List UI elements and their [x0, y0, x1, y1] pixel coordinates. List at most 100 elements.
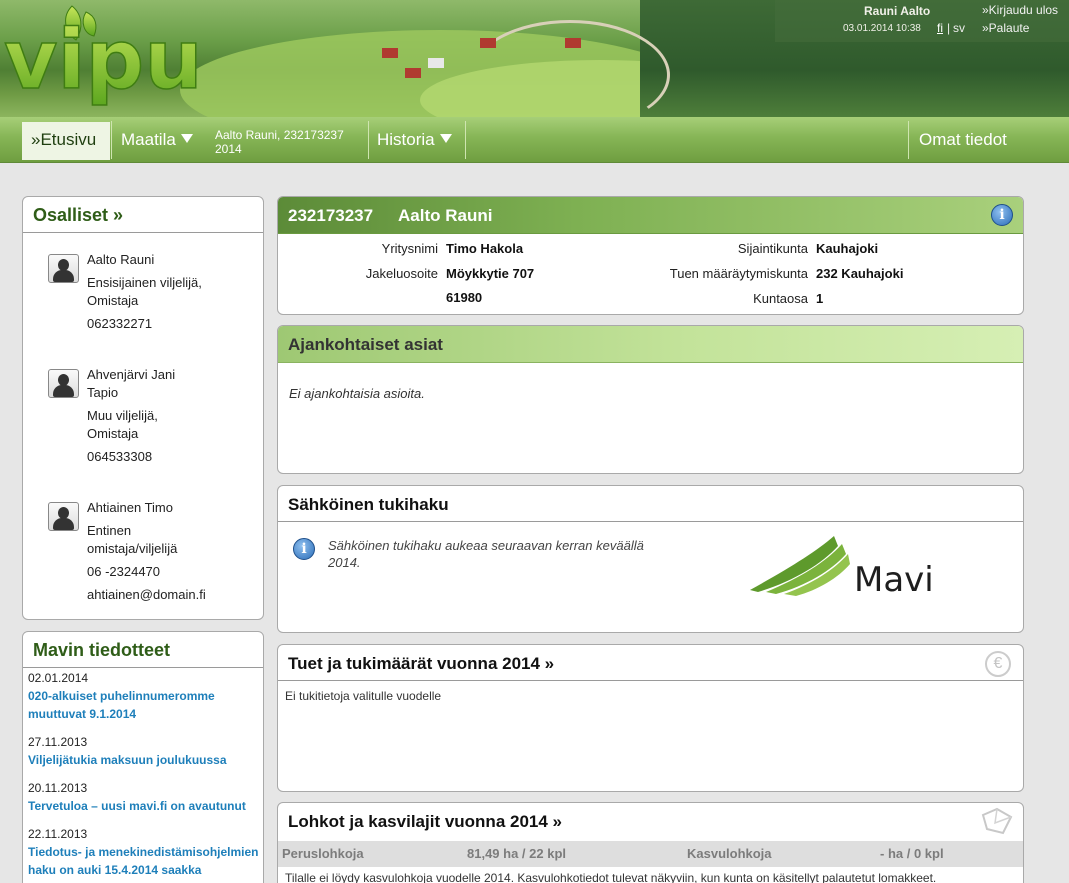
bulletins-title: Mavin tiedotteet: [33, 640, 171, 660]
person-role: Omistaja: [87, 426, 139, 441]
base-parcels-label: Peruslohkoja: [282, 846, 364, 861]
banner-house: [428, 58, 444, 68]
euro-icon: €: [985, 651, 1011, 677]
nav-divider: [908, 121, 909, 159]
parcels-title[interactable]: Lohkot ja kasvilajit vuonna 2014 »: [288, 812, 562, 832]
bulletin-link[interactable]: haku on auki 15.4.2014 saakka: [28, 863, 201, 877]
nav-home[interactable]: »Etusivu: [22, 122, 110, 160]
municipality-label: Sijaintikunta: [737, 241, 808, 256]
supports-panel: Tuet ja tukimäärät vuonna 2014 » € Ei tu…: [277, 644, 1024, 792]
mavi-logo[interactable]: Mavi: [746, 530, 946, 600]
nav-history-menu[interactable]: Historia: [377, 130, 452, 150]
logout-link[interactable]: »Kirjaudu ulos: [982, 3, 1058, 17]
application-header: Sähköinen tukihaku: [278, 486, 1023, 522]
supports-header: Tuet ja tukimäärät vuonna 2014 » €: [278, 645, 1023, 681]
bulletin-link[interactable]: 020-alkuiset puhelinnumeromme: [28, 689, 215, 703]
vipu-logo[interactable]: vipu: [4, 2, 204, 117]
bulletin-date: 02.01.2014: [28, 671, 89, 685]
postcode-value: 61980: [446, 290, 483, 305]
growth-parcels-label: Kasvulohkoja: [687, 846, 772, 861]
farm-header: 232173237 Aalto Rauni i: [278, 197, 1023, 234]
district-label: Kuntaosa: [753, 291, 808, 306]
person-name: Ahtiainen Timo: [87, 500, 173, 515]
bulletin-link[interactable]: Viljelijätukia maksuun joulukuussa: [28, 753, 227, 767]
supports-title[interactable]: Tuet ja tukimäärät vuonna 2014 »: [288, 654, 554, 674]
user-name: Rauni Aalto: [864, 4, 931, 18]
nav-divider: [111, 121, 112, 159]
person-role: Ensisijainen viljelijä,: [87, 275, 202, 290]
support-municipality-value: 232 Kauhajoki: [816, 266, 904, 281]
person-name: Ahvenjärvi Jani: [87, 367, 176, 382]
person-role: Muu viljelijä,: [87, 408, 158, 423]
application-text: 2014.: [328, 555, 361, 570]
logo-text: vipu: [4, 13, 203, 108]
bulletin-link[interactable]: Tervetuloa – uusi mavi.fi on avautunut: [28, 799, 246, 813]
person-icon: [48, 502, 79, 531]
person-role: omistaja/viljelijä: [87, 541, 178, 556]
district-value: 1: [816, 291, 824, 306]
participants-title[interactable]: Osalliset »: [33, 205, 123, 226]
news-header: Ajankohtaiset asiat: [278, 326, 1023, 363]
nav-divider: [465, 121, 466, 159]
bulletin-date: 20.11.2013: [28, 781, 88, 795]
lang-sv-link[interactable]: sv: [953, 21, 965, 35]
application-title: Sähköinen tukihaku: [288, 495, 449, 514]
mavi-logo-text: Mavi: [854, 560, 934, 600]
support-municipality-label: Tuen määräytymiskunta: [669, 266, 808, 281]
farm-id: 232173237: [288, 206, 374, 225]
application-text: Sähköinen tukihaku aukeaa seuraavan kerr…: [328, 538, 644, 553]
participants-panel: Osalliset » Aalto Rauni Ensisijainen vil…: [22, 196, 264, 620]
base-parcels-value: 81,49 ha / 22 kpl: [467, 846, 567, 861]
person-phone: 064533308: [87, 449, 153, 464]
banner-house: [405, 68, 421, 78]
bulletins-header: Mavin tiedotteet: [23, 632, 263, 668]
address-value: Möykkytie 707: [446, 266, 535, 281]
chevron-down-icon: [180, 134, 193, 143]
nav-farm-info: Aalto Rauni, 232173237: [215, 128, 344, 142]
banner-house: [565, 38, 581, 48]
person-name: Tapio: [87, 385, 119, 400]
address-label: Jakeluosoite: [365, 266, 438, 281]
person-icon: [48, 254, 79, 283]
lang-fi-link[interactable]: fi: [937, 21, 943, 35]
nav-farm-year: 2014: [215, 142, 242, 156]
banner-house: [480, 38, 496, 48]
participants-header: Osalliset »: [23, 197, 263, 233]
lang-separator: |: [947, 21, 951, 35]
person-phone: 06 -2324470: [87, 564, 161, 579]
nav-history-label: Historia: [377, 130, 435, 149]
company-value: Timo Hakola: [446, 241, 524, 256]
person-name: Aalto Rauni: [87, 252, 155, 267]
farm-info-panel: 232173237 Aalto Rauni i Yritysnimi Timo …: [277, 196, 1024, 315]
main-nav: »Etusivu Maatila Aalto Rauni, 232173237 …: [0, 117, 1069, 163]
chevron-down-icon: [439, 134, 452, 143]
parcels-header: Lohkot ja kasvilajit vuonna 2014 »: [278, 803, 1023, 839]
feedback-link[interactable]: »Palaute: [982, 21, 1029, 35]
person-role: Omistaja: [87, 293, 139, 308]
info-icon: i: [293, 538, 315, 560]
municipality-value: Kauhajoki: [816, 241, 879, 256]
nav-farm-label: Maatila: [121, 130, 176, 149]
person-icon: [48, 369, 79, 398]
nav-own-info[interactable]: Omat tiedot: [919, 130, 1007, 150]
company-label: Yritysnimi: [381, 241, 438, 256]
farm-name: Aalto Rauni: [398, 206, 493, 225]
application-panel: Sähköinen tukihaku i Sähköinen tukihaku …: [277, 485, 1024, 633]
person-role: Entinen: [87, 523, 132, 538]
login-time: 03.01.2014 10:38: [843, 23, 921, 34]
parcels-note: Tilalle ei löydy kasvulohkoja vuodelle 2…: [285, 871, 937, 883]
parcels-panel: Lohkot ja kasvilajit vuonna 2014 » Perus…: [277, 802, 1024, 883]
bulletin-link[interactable]: muuttuvat 9.1.2014: [28, 707, 136, 721]
bulletin-link[interactable]: Tiedotus- ja menekinedistämisohjelmien: [28, 845, 259, 859]
banner-house: [382, 48, 398, 58]
nav-divider: [368, 121, 369, 159]
bulletin-date: 22.11.2013: [28, 827, 88, 841]
nav-farm-menu[interactable]: Maatila: [121, 130, 193, 150]
person-email[interactable]: ahtiainen@domain.fi: [87, 587, 206, 602]
growth-parcels-value: - ha / 0 kpl: [880, 846, 944, 861]
bulletin-date: 27.11.2013: [28, 735, 88, 749]
news-panel: Ajankohtaiset asiat Ei ajankohtaisia asi…: [277, 325, 1024, 474]
map-parcel-icon: [981, 807, 1013, 835]
person-phone: 062332271: [87, 316, 153, 331]
info-icon[interactable]: i: [991, 204, 1013, 226]
